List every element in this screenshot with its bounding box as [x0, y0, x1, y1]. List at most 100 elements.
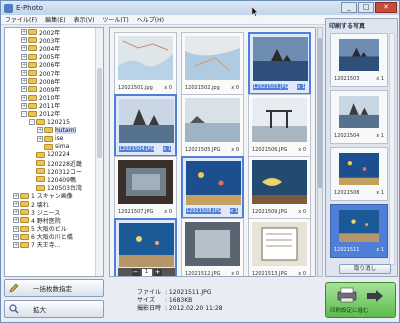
folder-icon	[20, 225, 29, 232]
print-count: x 0	[231, 271, 239, 277]
expand-icon[interactable]: +	[13, 233, 19, 240]
menu-item[interactable]: 表示(V)	[70, 15, 99, 24]
expand-icon[interactable]: +	[21, 53, 27, 60]
tree-item-label: hutami	[55, 126, 77, 134]
folder-tree[interactable]: +2002年 +2003年 +2004年 +2005年 +2006年 +2007年 +200…	[4, 27, 104, 277]
photo-image	[119, 223, 174, 267]
bulk-count-button[interactable]: 一括枚数指定	[4, 279, 104, 297]
expand-icon[interactable]: +	[13, 217, 19, 224]
photo-thumbnail[interactable]: 12021508.JPG x 1	[181, 156, 244, 219]
photo-thumbnail[interactable]: 12021507.JPG x 0	[114, 156, 177, 219]
expand-icon[interactable]: +	[21, 29, 27, 36]
photo-filename: 12021509.JPG	[252, 209, 288, 215]
collapse-icon[interactable]: -	[21, 110, 27, 117]
menu-item[interactable]: ツール(T)	[98, 15, 132, 24]
menu-item[interactable]: ヘルプ(H)	[133, 15, 168, 24]
print-count: x 0	[231, 85, 239, 91]
menu-item[interactable]: 編集(E)	[41, 15, 69, 24]
print-list-scrollbar[interactable]	[389, 33, 395, 265]
expand-icon[interactable]: +	[21, 86, 27, 93]
expand-icon	[29, 185, 35, 191]
photo-thumbnail[interactable]: −1 +	[114, 218, 177, 276]
photo-image	[253, 37, 308, 81]
increment-button[interactable]: +	[153, 269, 162, 276]
expand-icon[interactable]: +	[21, 70, 27, 77]
photo-image	[339, 39, 379, 71]
expand-icon[interactable]: +	[13, 209, 19, 216]
expand-icon	[29, 176, 35, 182]
grid-scroll-thumb[interactable]	[318, 38, 322, 188]
grid-scrollbar[interactable]	[317, 27, 323, 277]
photo-image	[339, 96, 379, 128]
arrow-right-icon	[367, 290, 383, 302]
minimize-button[interactable]: _	[341, 2, 357, 13]
print-item-name: 12021503	[334, 76, 360, 82]
tree-item[interactable]: sima	[5, 143, 103, 151]
folder-icon	[28, 29, 37, 36]
tree-item[interactable]: +1 スキャン画像	[5, 192, 103, 200]
menu-item[interactable]: ファイル(F)	[1, 15, 41, 24]
tree-item[interactable]: +7 天王寺...	[5, 241, 103, 249]
photo-filename: 12021503.JPG	[253, 84, 289, 90]
expand-icon[interactable]: +	[21, 102, 27, 109]
print-list-item[interactable]: 12021503 x 1	[330, 33, 388, 87]
folder-icon	[44, 127, 53, 134]
maximize-button[interactable]: □	[358, 2, 374, 13]
size-key: サイズ	[137, 297, 155, 304]
photo-thumbnail[interactable]: 12021512.JPG x 0	[181, 218, 244, 277]
photo-thumbnail[interactable]: 12021506.JPG x 0	[248, 94, 311, 157]
photo-thumbnail[interactable]: 12021503.JPG x 1	[248, 32, 311, 95]
print-list-item[interactable]: 12021508 x 1	[330, 147, 388, 201]
close-button[interactable]: ✕	[375, 2, 397, 13]
tree-item[interactable]: - 120215	[5, 118, 103, 126]
photo-thumbnail[interactable]: 12021501.jpg x 0	[114, 32, 177, 95]
folder-icon	[28, 37, 37, 44]
decrement-button[interactable]: −	[131, 269, 140, 276]
tree-item[interactable]: - 2012年	[5, 110, 103, 118]
photo-thumbnail[interactable]: 12021502.jpg x 0	[181, 32, 244, 95]
collapse-icon[interactable]: -	[29, 119, 35, 126]
expand-icon[interactable]: +	[13, 225, 19, 232]
expand-icon[interactable]: +	[37, 127, 43, 134]
size-value: : 1683KB	[165, 297, 193, 304]
expand-icon[interactable]: +	[13, 192, 19, 199]
photo-thumbnail[interactable]: 12021505.JPG x 0	[181, 94, 244, 157]
photo-filename: 12021502.jpg	[185, 85, 220, 91]
print-count: x 1	[297, 84, 305, 90]
expand-icon[interactable]: +	[21, 37, 27, 44]
expand-icon[interactable]: +	[21, 78, 27, 85]
folder-icon	[36, 160, 45, 167]
folder-icon	[28, 94, 37, 101]
print-count: x 0	[298, 271, 306, 277]
expand-icon[interactable]: +	[37, 135, 43, 142]
tree-item-label: sima	[55, 143, 70, 151]
folder-icon	[28, 45, 37, 52]
tree-scroll-thumb[interactable]	[97, 68, 102, 158]
photo-image	[339, 153, 379, 185]
tree-scrollbar[interactable]	[95, 28, 103, 276]
print-list-item[interactable]: 12021504 x 1	[330, 90, 388, 144]
folder-icon	[28, 78, 37, 85]
expand-icon	[37, 144, 43, 150]
photo-filename: 12021506.JPG	[252, 147, 288, 153]
expand-icon[interactable]: +	[13, 201, 19, 208]
folder-icon	[36, 151, 45, 158]
tree-item[interactable]: + hutami	[5, 126, 103, 134]
tree-item[interactable]: + ise	[5, 134, 103, 142]
print-list-item[interactable]: 12021511 x 1	[330, 204, 388, 258]
photo-filename: 12021508.JPG	[186, 208, 222, 214]
zoom-button[interactable]: 拡大	[4, 300, 104, 318]
quantity-stepper[interactable]: −1 +	[118, 268, 175, 276]
photo-thumbnail[interactable]: 12021504.JPG x 1	[114, 94, 177, 157]
remove-button[interactable]: 取り消し	[339, 264, 391, 274]
photo-thumbnail[interactable]: 12021509.JPG x 0	[248, 156, 311, 219]
expand-icon[interactable]: +	[21, 61, 27, 68]
tree-item-label: 2012年	[39, 111, 61, 119]
expand-icon[interactable]: +	[21, 45, 27, 52]
photo-thumbnail[interactable]: 12021513.JPG x 0	[248, 218, 311, 277]
expand-icon	[29, 160, 35, 166]
print-list: 12021503 x 1 12021504 x 1 12021508 x 1 1202151…	[330, 33, 388, 265]
go-print-settings-button[interactable]: 印刷設定に進む	[325, 282, 396, 318]
expand-icon[interactable]: +	[13, 241, 19, 248]
expand-icon[interactable]: +	[21, 94, 27, 101]
